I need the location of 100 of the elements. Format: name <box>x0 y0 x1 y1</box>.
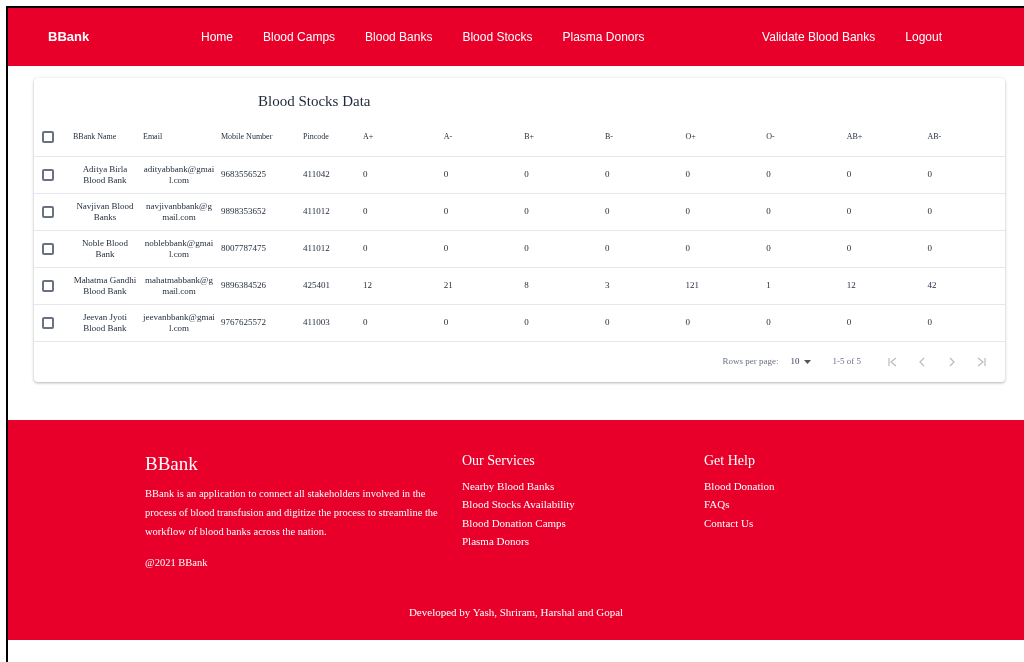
table-cell: Noble Blood Bank <box>81 237 129 259</box>
column-header: BBank Name <box>73 131 117 141</box>
footer-link[interactable]: Blood Stocks Availability <box>462 495 575 514</box>
table-cell: 0 <box>766 206 771 216</box>
table-cell: 0 <box>524 169 529 179</box>
column-header: Email <box>143 131 163 141</box>
footer-brand: BBank <box>145 451 199 476</box>
footer-link[interactable]: Blood Donation Camps <box>462 513 575 532</box>
table-cell: 425401 <box>303 280 330 290</box>
table-cell: 0 <box>685 317 690 327</box>
footer-link[interactable]: Blood Donation <box>704 476 775 495</box>
footer-link[interactable]: Nearby Blood Banks <box>462 476 575 495</box>
table-cell: 0 <box>927 206 932 216</box>
table-cell: mahatmabbank@gmail.com <box>145 274 213 296</box>
column-header: B- <box>604 131 613 141</box>
footer-heading: Get Help <box>704 451 756 470</box>
checkbox[interactable] <box>42 279 54 292</box>
table-cell: adityabbank@gmail.com <box>143 163 215 185</box>
checkbox[interactable] <box>42 205 54 218</box>
table-cell: 0 <box>846 169 852 179</box>
nav-link[interactable]: Logout <box>905 28 942 46</box>
table-cell: 0 <box>766 317 771 327</box>
table-cell: 0 <box>685 206 690 216</box>
checkbox[interactable] <box>42 316 54 329</box>
footer-heading: Our Services <box>462 451 536 470</box>
column-header: B+ <box>524 131 535 141</box>
table-cell: 0 <box>604 206 610 216</box>
column-header: AB- <box>927 131 942 141</box>
table-cell: 12 <box>363 280 372 290</box>
table-cell: 8 <box>524 280 529 290</box>
table-cell: 411003 <box>303 317 330 327</box>
footer-link[interactable]: Plasma Donors <box>462 532 575 551</box>
table-cell: 0 <box>685 243 690 253</box>
footer-description: BBank is an application to connect all stakeholders involved in the process of blood transfusion and digitize the process to streamline the workflow of blood banks across the nation. <box>145 487 439 539</box>
column-header: Mobile Number <box>221 131 273 141</box>
column-header: A+ <box>363 131 374 141</box>
rows-per-page-label: Rows per page: <box>722 354 779 368</box>
brand-logo[interactable]: BBank <box>48 27 201 47</box>
table-cell: 411042 <box>303 169 330 179</box>
table-cell: 0 <box>363 169 368 179</box>
table-cell: 0 <box>443 243 449 253</box>
footer-link[interactable]: FAQs <box>704 495 775 514</box>
page-range: 1-5 of 5 <box>832 354 861 368</box>
table-cell: Aditya Birla Blood Bank <box>82 163 128 185</box>
credits-text: Developed by Yash, Shriram, Harshal and Gopal <box>408 604 624 620</box>
table-cell: 0 <box>363 317 368 327</box>
table-cell: 9767625572 <box>221 317 266 327</box>
table-cell: 42 <box>927 280 937 290</box>
table-cell: 121 <box>685 280 699 290</box>
table-cell: 8007787475 <box>221 243 266 253</box>
table-cell: navjivanbbank@gmail.com <box>146 200 212 222</box>
table-cell: 0 <box>846 206 852 216</box>
table-cell: 0 <box>443 206 449 216</box>
table-cell: 0 <box>604 169 610 179</box>
table-cell: 0 <box>927 169 932 179</box>
table-cell: 0 <box>443 317 449 327</box>
table-cell: 0 <box>604 243 610 253</box>
nav-link[interactable]: Blood Camps <box>263 28 336 46</box>
table-cell: Jeevan Jyoti Blood Bank <box>82 311 128 333</box>
column-header: AB+ <box>846 131 863 141</box>
column-header: O- <box>766 131 775 141</box>
nav-link[interactable]: Blood Banks <box>365 28 433 46</box>
column-header: Pincode <box>303 131 329 141</box>
table-cell: 0 <box>766 243 771 253</box>
table-cell: 0 <box>846 317 852 327</box>
nav-link[interactable]: Plasma Donors <box>562 28 645 46</box>
table-cell: 411012 <box>303 206 330 216</box>
table-cell: 0 <box>363 206 368 216</box>
nav-link[interactable]: Home <box>201 28 233 46</box>
rows-per-page-select[interactable]: 10 <box>790 354 811 369</box>
table-cell: 0 <box>524 206 529 216</box>
table-cell: 0 <box>685 169 690 179</box>
copyright-text: @2021 BBank <box>145 556 209 570</box>
table-cell: 12 <box>846 280 856 290</box>
checkbox[interactable] <box>42 168 54 181</box>
table-cell: 411012 <box>303 243 330 253</box>
table-cell: 0 <box>927 243 932 253</box>
table-cell: 0 <box>766 169 771 179</box>
table-cell: noblebbank@gmail.com <box>144 237 214 259</box>
column-header: A- <box>443 131 453 141</box>
column-header: O+ <box>685 131 696 141</box>
table-cell: 3 <box>604 280 610 290</box>
table-cell: 1 <box>766 280 771 290</box>
checkbox[interactable] <box>42 242 54 255</box>
checkbox[interactable] <box>42 130 54 143</box>
footer-link[interactable]: Contact Us <box>704 513 775 532</box>
table-cell: Navjivan Blood Banks <box>76 200 134 222</box>
table-cell: 9896384526 <box>221 280 266 290</box>
table-cell: 9683556525 <box>221 169 266 179</box>
table-cell: jeevanbbank@gmail.com <box>143 311 215 333</box>
table-cell: 0 <box>604 317 610 327</box>
table-cell: 21 <box>443 280 453 290</box>
nav-link[interactable]: Blood Stocks <box>462 28 533 46</box>
table-cell: 0 <box>524 317 529 327</box>
nav-link[interactable]: Validate Blood Banks <box>762 28 876 46</box>
caret-icon <box>803 359 811 364</box>
table-cell: 0 <box>846 243 852 253</box>
table-title: Blood Stocks Data <box>257 92 372 111</box>
table-cell: 0 <box>443 169 449 179</box>
table-cell: 0 <box>363 243 368 253</box>
